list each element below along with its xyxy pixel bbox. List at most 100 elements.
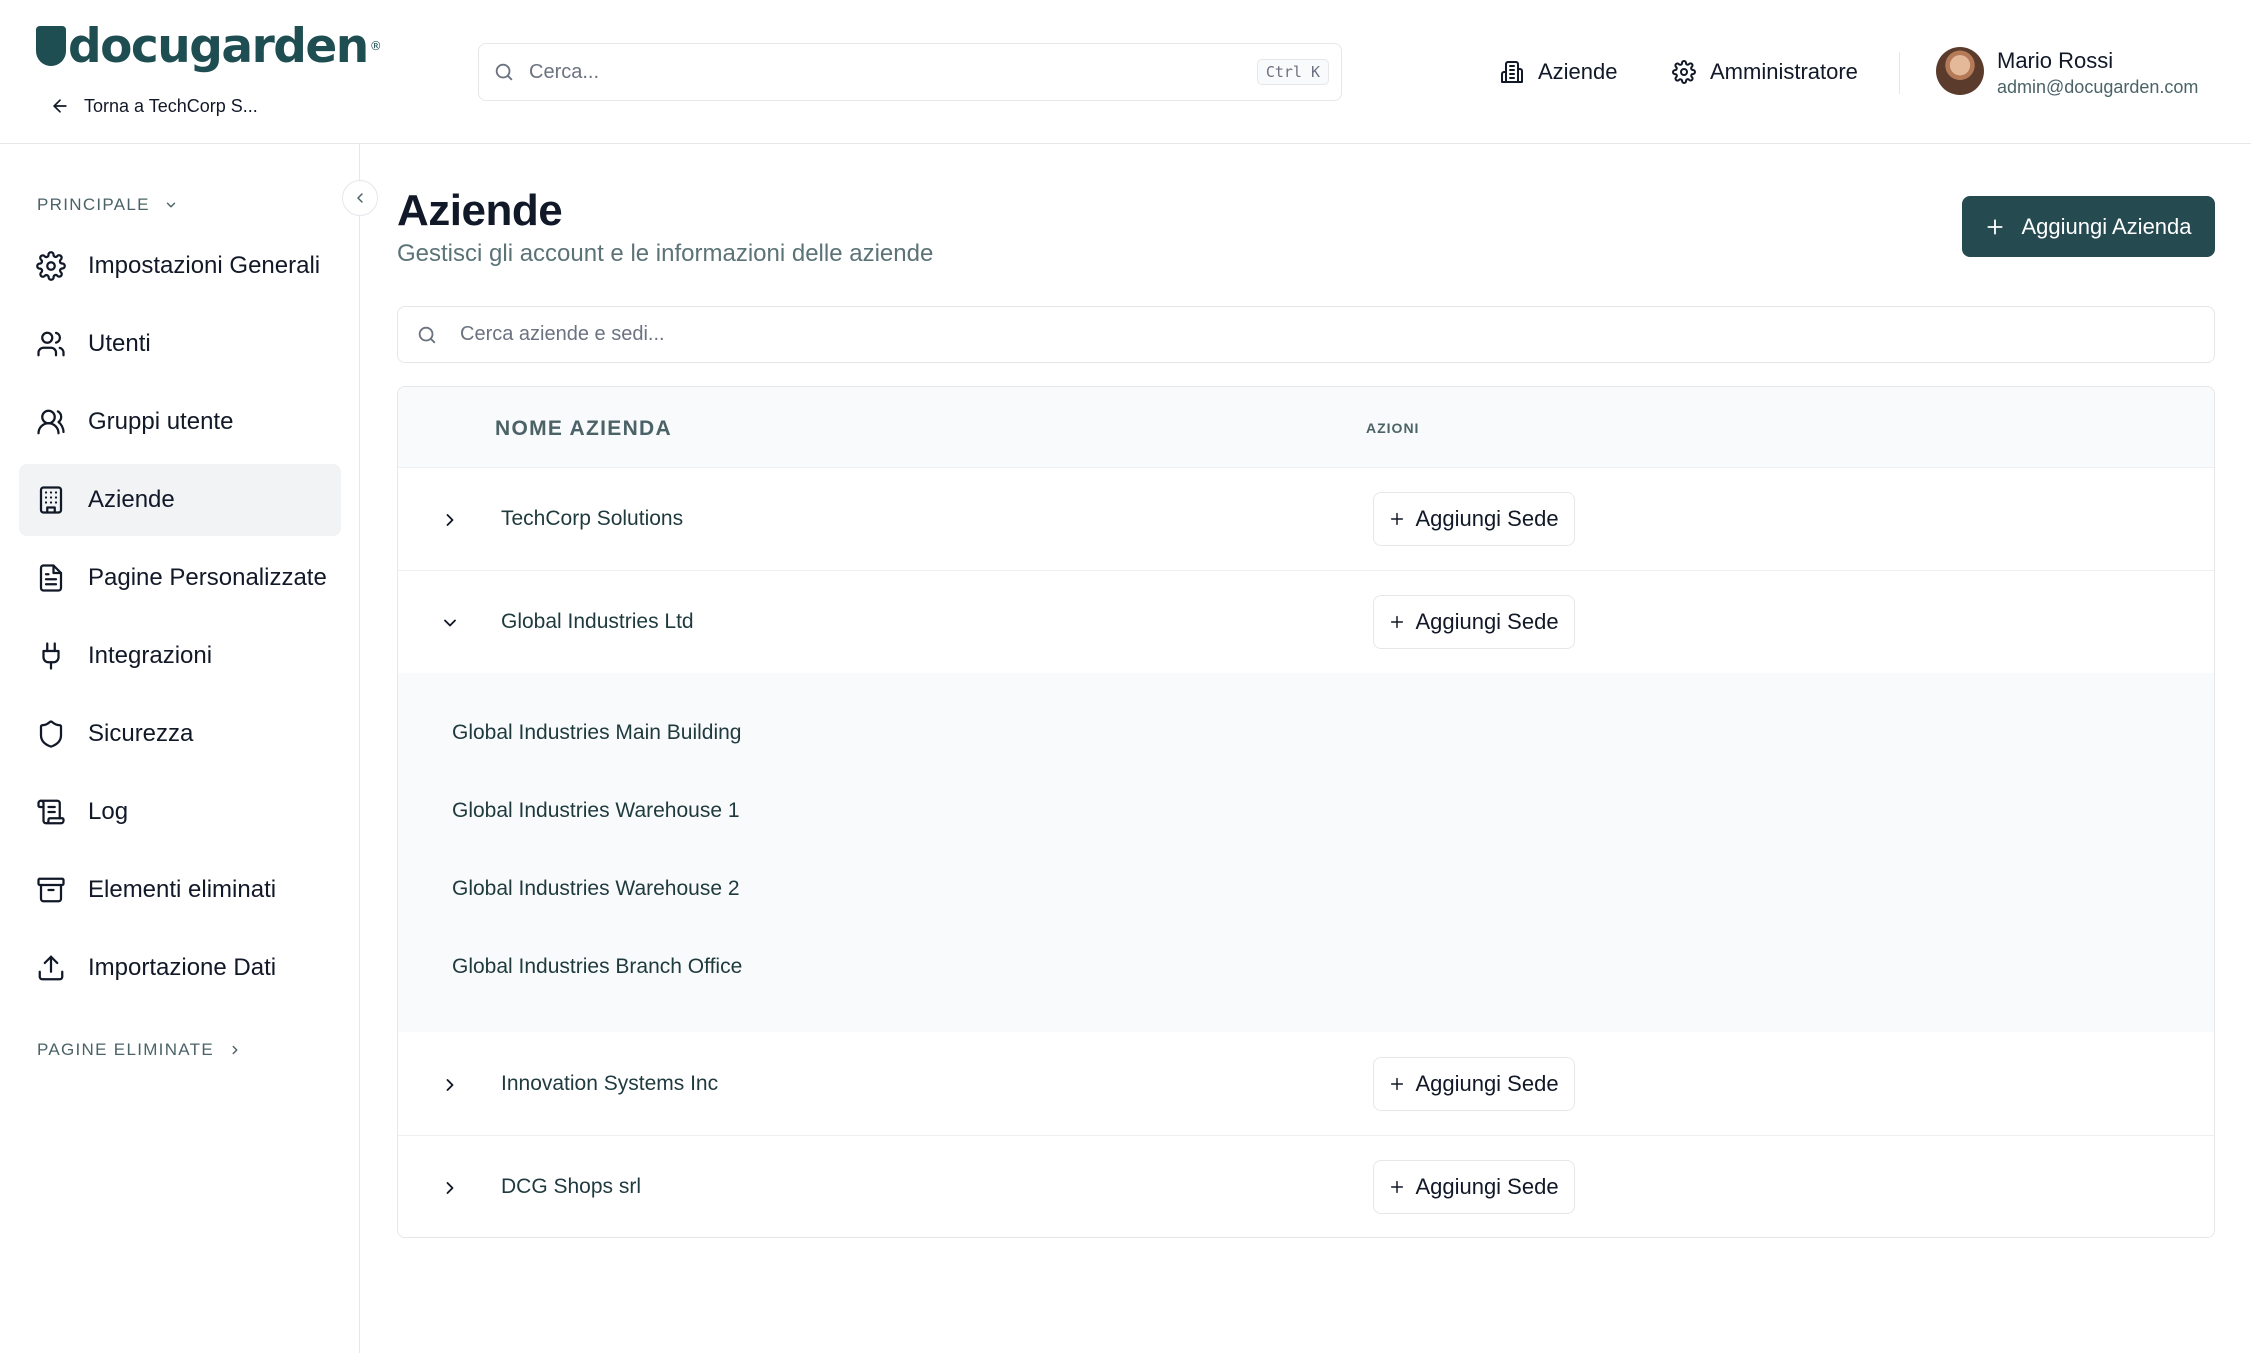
table-header: NOME AZIENDA AZIONI [398, 387, 2214, 468]
plug-icon [36, 641, 66, 671]
company-search[interactable] [397, 306, 2215, 363]
chevron-down-icon [440, 613, 460, 633]
expand-row-toggle[interactable] [435, 1070, 465, 1100]
sidebar-item-label: Utenti [88, 330, 151, 357]
sites-list: Global Industries Main Building Global I… [398, 673, 2214, 1032]
chevron-right-icon [440, 1178, 460, 1198]
add-site-button[interactable]: Aggiungi Sede [1373, 492, 1575, 546]
add-site-button[interactable]: Aggiungi Sede [1373, 595, 1575, 649]
user-group-icon [36, 407, 66, 437]
sidebar-section-pagine-eliminate[interactable]: PAGINE ELIMINATE [37, 1040, 242, 1060]
sidebar-item-label: Integrazioni [88, 642, 213, 669]
sidebar-item-label: Pagine Personalizzate [88, 564, 327, 591]
sidebar-item-elementi-eliminati[interactable]: Elementi eliminati [19, 854, 341, 926]
sidebar-section-pagine-eliminate-label: PAGINE ELIMINATE [37, 1040, 214, 1059]
sidebar-item-sicurezza[interactable]: Sicurezza [19, 698, 341, 770]
chevron-left-icon [352, 190, 368, 206]
add-company-button[interactable]: Aggiungi Azienda [1962, 196, 2215, 257]
collapse-row-toggle[interactable] [435, 608, 465, 638]
shield-icon [36, 719, 66, 749]
header-divider [1899, 52, 1900, 94]
logo-mark-icon [36, 26, 66, 66]
users-icon [36, 329, 66, 359]
sidebar-item-aziende[interactable]: Aziende [19, 464, 341, 536]
logo-registered-mark: ® [369, 39, 382, 53]
chevron-right-icon [228, 1043, 242, 1057]
sidebar-section-principale[interactable]: PRINCIPALE [37, 195, 178, 215]
add-site-button-label: Aggiungi Sede [1415, 506, 1559, 531]
plus-icon [1389, 614, 1405, 630]
site-item[interactable]: Global Industries Warehouse 2 [452, 877, 740, 901]
building-icon [36, 485, 66, 515]
sidebar-item-label: Log [88, 798, 129, 825]
gear-icon [1672, 60, 1696, 84]
plus-icon [1389, 1076, 1405, 1092]
top-header: docugarden ® Torna a TechCorp S... Ctrl … [0, 0, 2251, 144]
user-name: Mario Rossi [1997, 48, 2114, 73]
building-icon [1500, 60, 1524, 84]
sidebar-item-label: Aziende [88, 486, 175, 513]
sidebar-item-utenti[interactable]: Utenti [19, 308, 341, 380]
sidebar-item-label: Importazione Dati [88, 954, 277, 981]
sidebar-section-principale-label: PRINCIPALE [37, 195, 150, 214]
sidebar-item-importazione-dati[interactable]: Importazione Dati [19, 932, 341, 1004]
sidebar-item-impostazioni-generali[interactable]: Impostazioni Generali [19, 230, 341, 302]
gear-icon [36, 251, 66, 281]
arrow-left-icon [50, 96, 70, 116]
column-header-actions: AZIONI [1366, 420, 1420, 436]
plus-icon [1985, 217, 2005, 237]
back-link[interactable]: Torna a TechCorp S... [50, 92, 258, 120]
page-subtitle: Gestisci gli account e le informazioni d… [397, 240, 934, 267]
top-nav-amministratore-label: Amministratore [1710, 59, 1858, 84]
plus-icon [1389, 1179, 1405, 1195]
search-icon [416, 324, 438, 346]
upload-icon [36, 953, 66, 983]
plus-icon [1389, 511, 1405, 527]
sidebar-item-pagine-personalizzate[interactable]: Pagine Personalizzate [19, 542, 341, 614]
sidebar-item-label: Sicurezza [88, 720, 194, 747]
company-name: Global Industries Ltd [501, 610, 694, 633]
expand-row-toggle[interactable] [435, 505, 465, 535]
top-nav-aziende-label: Aziende [1538, 59, 1618, 84]
add-site-button[interactable]: Aggiungi Sede [1373, 1057, 1575, 1111]
sidebar-item-label: Gruppi utente [88, 408, 234, 435]
user-avatar[interactable] [1936, 47, 1984, 95]
document-icon [36, 563, 66, 593]
docugarden-logo[interactable]: docugarden ® [36, 18, 382, 74]
sidebar-collapse-button[interactable] [342, 180, 378, 216]
site-item[interactable]: Global Industries Branch Office [452, 955, 742, 979]
sidebar-item-label: Impostazioni Generali [88, 252, 321, 279]
logo-wordmark: docugarden [68, 18, 369, 74]
global-search[interactable]: Ctrl K [478, 43, 1342, 101]
site-item[interactable]: Global Industries Warehouse 1 [452, 799, 740, 823]
chevron-right-icon [440, 1075, 460, 1095]
top-nav-aziende[interactable]: Aziende [1500, 56, 1618, 88]
search-icon [493, 61, 515, 83]
top-nav-amministratore[interactable]: Amministratore [1672, 56, 1858, 88]
chevron-right-icon [440, 510, 460, 530]
table-row: TechCorp Solutions Aggiungi Sede [398, 468, 2214, 571]
user-email: admin@docugarden.com [1997, 77, 2199, 97]
column-header-name: NOME AZIENDA [495, 417, 672, 440]
table-row: Global Industries Ltd Aggiungi Sede [398, 571, 2214, 674]
add-company-button-label: Aggiungi Azienda [2021, 213, 2192, 239]
add-site-button-label: Aggiungi Sede [1415, 1071, 1559, 1096]
global-search-input[interactable] [529, 60, 1257, 84]
add-site-button-label: Aggiungi Sede [1415, 609, 1559, 634]
scroll-icon [36, 797, 66, 827]
site-item[interactable]: Global Industries Main Building [452, 721, 742, 745]
company-search-input[interactable] [460, 323, 2214, 346]
add-site-button[interactable]: Aggiungi Sede [1373, 1160, 1575, 1214]
company-name: Innovation Systems Inc [501, 1072, 719, 1095]
sidebar: PRINCIPALE Impostazioni Generali Utenti … [0, 144, 360, 1353]
table-row: DCG Shops srl Aggiungi Sede [398, 1136, 2214, 1237]
expand-row-toggle[interactable] [435, 1173, 465, 1203]
company-name: TechCorp Solutions [501, 507, 684, 530]
company-name: DCG Shops srl [501, 1175, 642, 1198]
sidebar-item-gruppi-utente[interactable]: Gruppi utente [19, 386, 341, 458]
sidebar-item-integrazioni[interactable]: Integrazioni [19, 620, 341, 692]
search-shortcut-badge: Ctrl K [1256, 59, 1329, 85]
sidebar-item-log[interactable]: Log [19, 776, 341, 848]
sidebar-item-label: Elementi eliminati [88, 876, 277, 903]
page-title: Aziende [397, 186, 563, 235]
